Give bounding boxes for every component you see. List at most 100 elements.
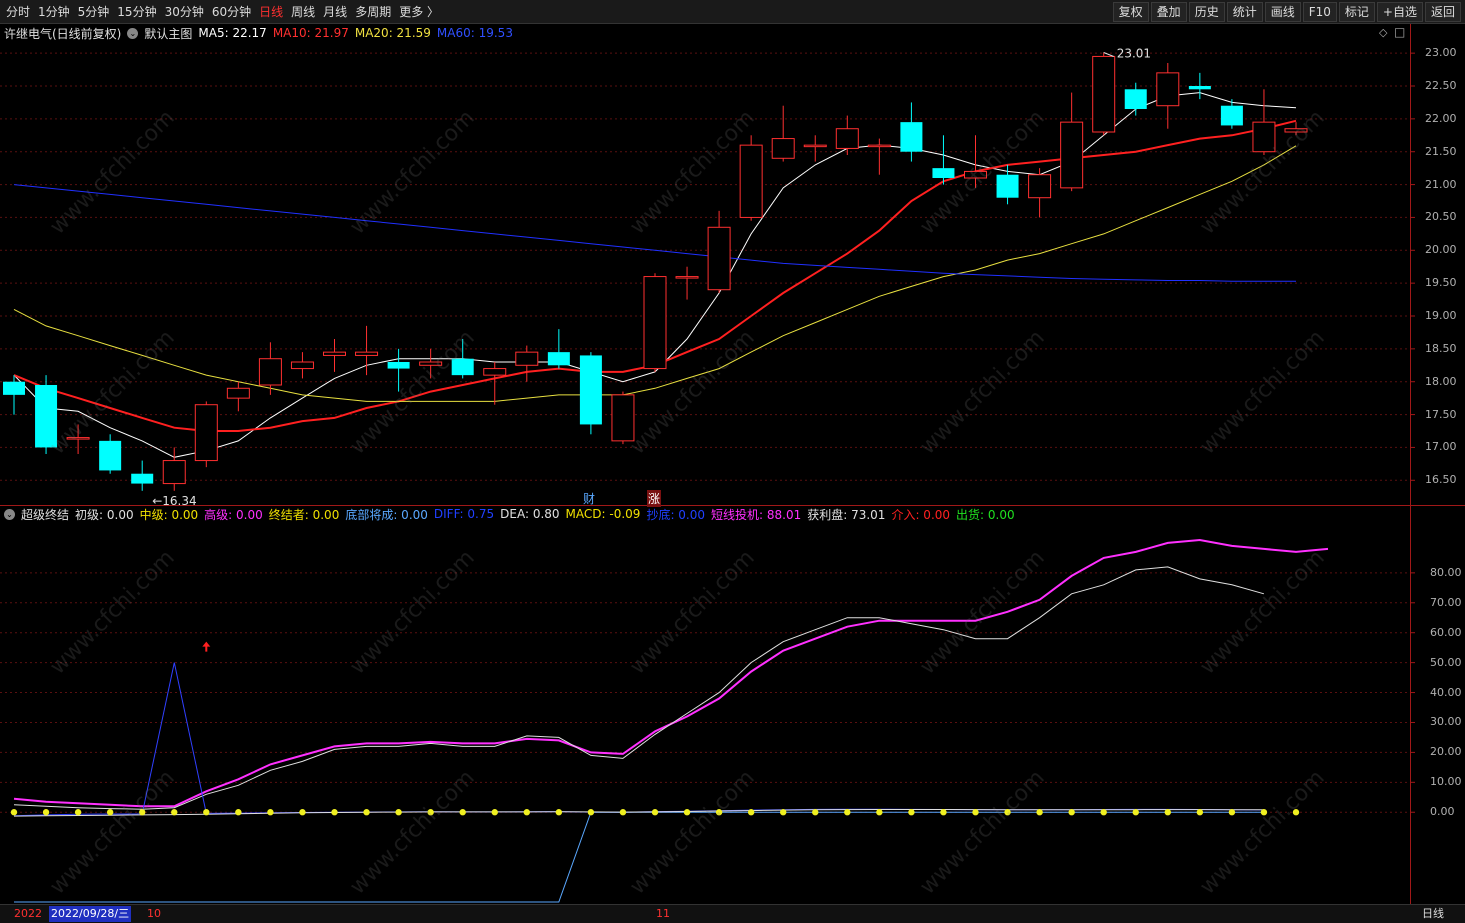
candle <box>996 164 1019 205</box>
candle-body <box>1284 128 1308 133</box>
candle <box>290 352 314 379</box>
toolbar-button-8[interactable]: 返回 <box>1424 2 1461 22</box>
candle <box>451 339 474 379</box>
cursor-date: 2022/09/28/三 <box>49 906 132 922</box>
candle-body <box>1220 105 1243 126</box>
period-tabs: 分时 1分钟 5分钟 15分钟 30分钟 60分钟 日线 周线 月线 多周期 更多 〉 <box>2 0 443 24</box>
candle-body <box>99 440 122 471</box>
zero-dot <box>427 809 434 816</box>
candle <box>1284 122 1308 136</box>
candlestick-chart[interactable]: 23.01 ←16.34 <box>0 40 1465 505</box>
candle <box>387 348 410 392</box>
candle-body <box>1252 121 1276 153</box>
candle <box>99 434 122 474</box>
price-tick-label: 22.50 <box>1425 79 1457 92</box>
zero-dot <box>1196 809 1204 816</box>
period-label[interactable]: 日线 <box>1422 906 1444 922</box>
period-toolbar: 分时 1分钟 5分钟 15分钟 30分钟 60分钟 日线 周线 月线 多周期 更多 〉 复权 叠加 历史… <box>0 0 1465 24</box>
candle <box>515 345 539 382</box>
candle <box>483 362 507 405</box>
zero-dot <box>1164 809 1172 816</box>
ind-line-底部将成 <box>14 811 1264 903</box>
period-tab-1[interactable]: 1分钟 <box>34 0 74 24</box>
indicator-value-12: 出货: 0.00 <box>956 507 1015 522</box>
candle-body <box>579 355 602 425</box>
indicator-value-8: 抄底: 0.00 <box>646 507 706 522</box>
price-tick-label: 17.00 <box>1425 440 1457 454</box>
period-tab-8[interactable]: 月线 <box>319 0 351 24</box>
period-tab-0[interactable]: 分时 <box>2 0 34 24</box>
toolbar-button-7[interactable]: +自选 <box>1376 2 1423 22</box>
candle-body <box>771 138 795 159</box>
zero-dot <box>1100 809 1107 816</box>
toolbar-button-3[interactable]: 统计 <box>1226 2 1263 22</box>
high-pointer <box>1103 52 1114 57</box>
indicator-tick-label: 20.00 <box>1430 745 1462 759</box>
price-tick-label: 18.00 <box>1425 374 1457 388</box>
indicator-name[interactable]: 超级终结 <box>21 506 69 523</box>
candle-body <box>1060 121 1084 189</box>
ma5-value: MA5: 22.17 <box>198 26 267 40</box>
candle-body <box>515 351 539 366</box>
function-buttons: 复权 叠加 历史 统计 画线 F10 标记 +自选 返回 <box>1111 0 1461 24</box>
toolbar-button-4[interactable]: 画线 <box>1264 2 1301 22</box>
period-tab-3[interactable]: 15分钟 <box>113 0 160 24</box>
candle-body <box>996 174 1019 198</box>
close-icon[interactable]: □ <box>1394 25 1405 39</box>
indicator-tick-label: 40.00 <box>1430 685 1462 699</box>
candle <box>900 102 923 162</box>
settings-circle-icon[interactable]: ⌄ <box>127 27 139 39</box>
buy-arrow-icon <box>202 641 211 652</box>
period-tab-9[interactable]: 多周期 <box>351 0 395 24</box>
zero-dot <box>587 809 595 816</box>
zero-dot <box>555 809 563 816</box>
period-tab-2[interactable]: 5分钟 <box>74 0 114 24</box>
price-tick-label: 21.00 <box>1425 177 1457 191</box>
toolbar-button-0[interactable]: 复权 <box>1112 2 1149 22</box>
candle-body <box>675 276 699 279</box>
candle-body <box>932 168 955 178</box>
period-tab-4[interactable]: 30分钟 <box>161 0 208 24</box>
zero-dot <box>171 809 178 816</box>
indicator-chart[interactable] <box>0 522 1465 904</box>
expand-diamond-icon[interactable]: ◇ <box>1379 26 1387 39</box>
candle <box>1092 52 1116 136</box>
candle-body <box>194 404 218 462</box>
toolbar-button-2[interactable]: 历史 <box>1188 2 1225 22</box>
indicator-tick-label: 0.00 <box>1430 805 1455 819</box>
period-tab-10[interactable]: 更多 〉 <box>395 0 443 24</box>
candle <box>643 273 667 372</box>
zero-dot <box>780 809 787 816</box>
period-tab-5[interactable]: 60分钟 <box>208 0 255 24</box>
toolbar-button-1[interactable]: 叠加 <box>1150 2 1187 22</box>
price-tick-label: 20.50 <box>1425 210 1457 224</box>
toolbar-button-6[interactable]: 标记 <box>1338 2 1375 22</box>
candle <box>707 210 731 293</box>
indicator-legend: ⌄ 超级终结 初级: 0.00 中级: 0.00 高级: 0.00 终结者: 0.00… <box>4 505 1021 523</box>
candle <box>803 135 827 162</box>
candle-body <box>1124 89 1147 109</box>
toolbar-button-5[interactable]: F10 <box>1302 2 1337 22</box>
candle-body <box>66 437 90 440</box>
zero-dot <box>42 809 50 816</box>
template-name[interactable]: 默认主图 <box>144 25 192 42</box>
zero-dot <box>363 809 370 816</box>
candle-body <box>226 387 250 399</box>
zero-dot <box>812 809 819 816</box>
zero-dot <box>715 809 723 816</box>
candle <box>131 460 154 491</box>
price-tick-label: 23.00 <box>1425 46 1457 60</box>
price-tick-label: 21.50 <box>1425 144 1457 158</box>
indicator-tick-label: 70.00 <box>1430 595 1462 609</box>
candle-body <box>1188 86 1211 90</box>
indicator-settings-icon[interactable]: ⌄ <box>4 508 15 520</box>
month-10-label: 10 <box>147 907 161 920</box>
indicator-value-7: MACD: -0.09 <box>565 507 641 521</box>
zero-dot <box>1036 809 1043 816</box>
indicator-value-1: 中级: 0.00 <box>139 507 199 522</box>
zero-dot <box>1004 809 1011 816</box>
period-tab-7[interactable]: 周线 <box>287 0 319 24</box>
zero-dot <box>940 809 947 816</box>
period-tab-6[interactable]: 日线 <box>255 0 287 24</box>
candle-body <box>547 352 570 366</box>
